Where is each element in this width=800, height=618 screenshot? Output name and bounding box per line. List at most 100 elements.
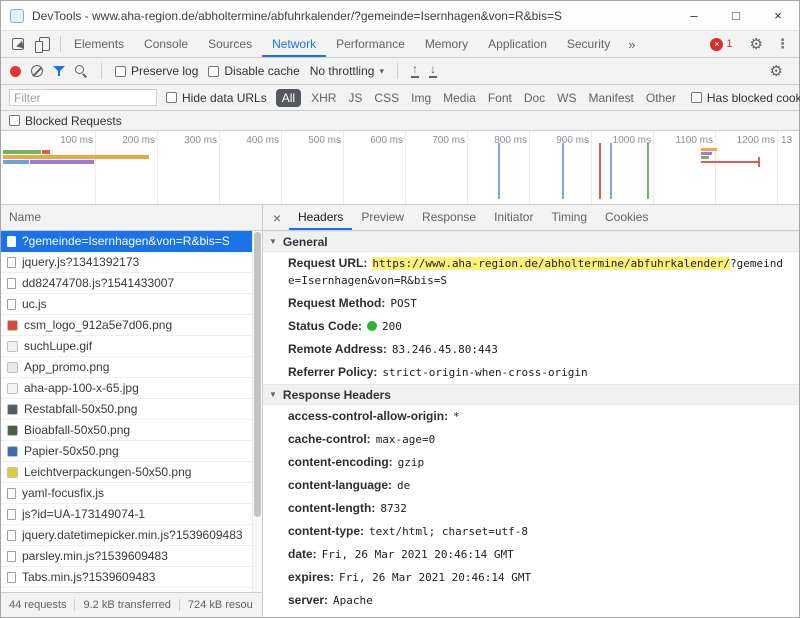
menu-dots-icon[interactable]: ⋮ xyxy=(770,36,795,52)
network-request-row[interactable]: jquery.js?1341392173 xyxy=(1,252,262,273)
device-toolbar-button[interactable] xyxy=(31,31,57,57)
throttling-select[interactable]: No throttling ▾ xyxy=(310,64,384,78)
network-settings-gear-icon[interactable]: ⚙ xyxy=(763,62,790,80)
request-name: csm_logo_912a5e7d06.png xyxy=(24,318,172,332)
remote-address-row: Remote Address:83.246.45.80:443 xyxy=(263,338,799,361)
panel-tab[interactable]: Network xyxy=(262,31,326,57)
filter-funnel-icon[interactable] xyxy=(53,65,65,77)
timeline-gridline: 500 ms xyxy=(282,131,344,204)
resource-type-chip[interactable]: Font xyxy=(482,89,518,107)
panel-tab[interactable]: Sources xyxy=(198,31,262,57)
has-blocked-cookies-label: Has blocked cookies xyxy=(707,91,800,105)
detail-tab[interactable]: Cookies xyxy=(596,205,657,230)
resource-type-chip[interactable]: Media xyxy=(437,89,482,107)
detail-tab[interactable]: Initiator xyxy=(485,205,542,230)
transferred-size: 9.2 kB transferred xyxy=(74,599,170,611)
network-request-row[interactable]: dd82474708.js?1541433007 xyxy=(1,273,262,294)
response-header-row: content-language:de xyxy=(263,474,799,497)
network-request-row[interactable]: parsley.min.js?1539609483 xyxy=(1,546,262,567)
resource-type-chip[interactable]: Doc xyxy=(518,89,551,107)
preserve-log-checkbox[interactable]: Preserve log xyxy=(115,64,198,78)
panel-tab[interactable]: Memory xyxy=(415,31,478,57)
network-request-row[interactable]: uc.js xyxy=(1,294,262,315)
request-name: aha-app-100-x-65.jpg xyxy=(24,381,139,395)
timeline-gridline: 300 ms xyxy=(158,131,220,204)
network-request-row[interactable]: jquery.datetimepicker.min.js?1539609483 xyxy=(1,525,262,546)
import-har-icon[interactable]: ↑ xyxy=(411,64,419,78)
resource-type-filters: All XHR JS CSS Img Media Font Doc WS Man… xyxy=(276,89,682,107)
resource-type-chip[interactable]: XHR xyxy=(305,89,342,107)
detail-tab[interactable]: Headers xyxy=(289,205,352,230)
resource-type-chip[interactable]: WS xyxy=(551,89,582,107)
error-count-badge[interactable]: × 1 xyxy=(710,38,732,51)
disable-cache-checkbox[interactable]: Disable cache xyxy=(208,64,299,78)
scrollbar-thumb[interactable] xyxy=(254,232,261,517)
network-request-row[interactable]: Papier-50x50.png xyxy=(1,441,262,462)
file-type-icon xyxy=(7,404,18,415)
close-button[interactable]: × xyxy=(757,1,799,30)
hide-data-urls-checkbox[interactable]: Hide data URLs xyxy=(166,91,267,105)
request-name: Leichtverpackungen-50x50.png xyxy=(24,465,191,479)
response-headers-section-header[interactable]: ▼ Response Headers xyxy=(263,384,799,405)
network-request-row[interactable]: aha-app-100-x-65.jpg xyxy=(1,378,262,399)
timeline-gridline: 400 ms xyxy=(220,131,282,204)
network-overview-timeline[interactable]: 100 ms 200 ms 300 ms 400 ms 500 ms 600 m… xyxy=(1,131,799,205)
request-method-value: POST xyxy=(390,297,417,310)
panel-tab[interactable]: Security xyxy=(557,31,620,57)
minimize-button[interactable]: – xyxy=(673,1,715,30)
network-request-row[interactable]: ?gemeinde=Isernhagen&von=R&bis=S xyxy=(1,231,262,252)
clear-icon[interactable] xyxy=(31,65,43,77)
header-value: Fri, 26 Mar 2021 20:46:14 GMT xyxy=(322,548,514,561)
request-name: Expand.min.js?1539609483 xyxy=(22,591,171,592)
resource-type-chip[interactable]: CSS xyxy=(368,89,405,107)
filter-input[interactable] xyxy=(9,89,157,106)
settings-gear-icon[interactable]: ⚙ xyxy=(743,35,770,53)
resource-type-chip[interactable]: All xyxy=(276,89,301,107)
resource-type-chip[interactable]: Img xyxy=(405,89,437,107)
record-button[interactable] xyxy=(10,66,21,77)
close-details-icon[interactable]: × xyxy=(265,210,289,226)
network-request-row[interactable]: Bioabfall-50x50.png xyxy=(1,420,262,441)
header-value: text/html; charset=utf-8 xyxy=(369,525,528,538)
scrollbar[interactable] xyxy=(252,231,262,592)
has-blocked-cookies-checkbox[interactable]: Has blocked cookies xyxy=(691,91,800,105)
detail-tab[interactable]: Timing xyxy=(542,205,596,230)
detail-tab[interactable]: Response xyxy=(413,205,485,230)
panel-tab[interactable]: Application xyxy=(478,31,557,57)
network-request-row[interactable]: suchLupe.gif xyxy=(1,336,262,357)
export-har-icon[interactable]: ↓ xyxy=(429,64,437,78)
search-icon[interactable] xyxy=(75,65,88,78)
network-request-row[interactable]: csm_logo_912a5e7d06.png xyxy=(1,315,262,336)
network-toolbar: Preserve log Disable cache No throttling… xyxy=(1,58,799,85)
referrer-policy-key: Referrer Policy: xyxy=(288,365,377,379)
request-name: parsley.min.js?1539609483 xyxy=(22,549,168,563)
network-request-row[interactable]: App_promo.png xyxy=(1,357,262,378)
panel-tab[interactable]: Elements xyxy=(64,31,134,57)
timeline-gridline: 1000 ms xyxy=(592,131,654,204)
inspect-element-button[interactable] xyxy=(5,31,31,57)
request-name: dd82474708.js?1541433007 xyxy=(22,276,174,290)
resource-type-chip[interactable]: Manifest xyxy=(583,89,640,107)
checkbox-icon xyxy=(208,66,219,77)
network-request-row[interactable]: Leichtverpackungen-50x50.png xyxy=(1,462,262,483)
response-header-row: strict-transport-security:max-age=315360… xyxy=(263,612,799,617)
panel-tab[interactable]: Performance xyxy=(326,31,415,57)
timeline-gridline: 600 ms xyxy=(344,131,406,204)
name-column-header[interactable]: Name xyxy=(1,205,262,231)
resource-type-chip[interactable]: Other xyxy=(640,89,682,107)
network-request-row[interactable]: Tabs.min.js?1539609483 xyxy=(1,567,262,588)
network-request-row[interactable]: Restabfall-50x50.png xyxy=(1,399,262,420)
network-request-row[interactable]: Expand.min.js?1539609483 xyxy=(1,588,262,592)
maximize-button[interactable]: □ xyxy=(715,1,757,30)
panel-tab[interactable]: Console xyxy=(134,31,198,57)
more-tabs-chevron-icon[interactable]: » xyxy=(620,37,643,52)
network-request-row[interactable]: yaml-focusfix.js xyxy=(1,483,262,504)
disclosure-triangle-icon: ▼ xyxy=(269,237,277,246)
request-name: yaml-focusfix.js xyxy=(22,486,104,500)
network-request-row[interactable]: js?id=UA-173149074-1 xyxy=(1,504,262,525)
general-section-header[interactable]: ▼ General xyxy=(263,231,799,252)
resource-type-chip[interactable]: JS xyxy=(342,89,368,107)
blocked-requests-checkbox[interactable]: Blocked Requests xyxy=(9,114,122,128)
detail-tab[interactable]: Preview xyxy=(352,205,413,230)
header-value: Apache xyxy=(333,594,373,607)
